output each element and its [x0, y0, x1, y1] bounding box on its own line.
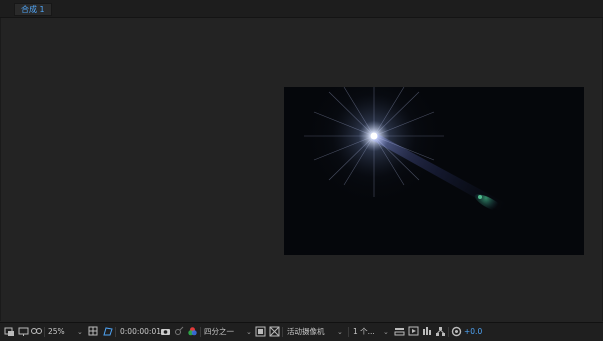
- flowchart-icon[interactable]: [435, 326, 446, 337]
- 3d-glasses-icon[interactable]: [31, 326, 42, 337]
- composition-frame[interactable]: [284, 87, 584, 255]
- tab-composition[interactable]: 合成 1: [14, 3, 52, 16]
- chevron-down-icon: ⌄: [246, 328, 252, 336]
- view-layout-select[interactable]: 1 个... ⌄: [353, 326, 391, 338]
- region-of-interest-icon[interactable]: [255, 326, 266, 337]
- channel-rgb-icon[interactable]: [187, 326, 198, 337]
- timeline-icon[interactable]: [422, 326, 433, 337]
- monitor-icon[interactable]: [18, 326, 29, 337]
- viewer-toolbar: 25% ⌄ 0:00:00:01 四分之一 ⌄ 活动摄像机 ⌄ 1 个... ⌄ +0.…: [0, 322, 603, 341]
- chevron-down-icon: ⌄: [337, 328, 343, 336]
- timecode[interactable]: 0:00:00:01: [120, 326, 161, 338]
- exposure-value[interactable]: +0.0: [464, 326, 482, 338]
- fast-preview-icon[interactable]: [408, 326, 419, 337]
- chevron-down-icon: ⌄: [383, 328, 389, 336]
- exposure-reset-icon[interactable]: [451, 326, 462, 337]
- transparency-grid-icon[interactable]: [269, 326, 280, 337]
- mask-shape-path-icon[interactable]: [102, 326, 113, 337]
- camera-snapshot-icon[interactable]: [160, 326, 171, 337]
- chevron-down-icon: ⌄: [77, 328, 83, 336]
- always-preview-icon[interactable]: [4, 326, 15, 337]
- camera-select[interactable]: 活动摄像机 ⌄: [287, 326, 345, 338]
- lens-flare: [304, 87, 509, 212]
- grid-guides-icon[interactable]: [88, 326, 99, 337]
- tab-bar: 合成 1: [0, 0, 603, 18]
- pixel-aspect-icon[interactable]: [394, 326, 405, 337]
- show-snapshot-icon[interactable]: [174, 326, 185, 337]
- resolution-select[interactable]: 四分之一 ⌄: [204, 326, 254, 338]
- zoom-select[interactable]: 25% ⌄: [48, 326, 86, 338]
